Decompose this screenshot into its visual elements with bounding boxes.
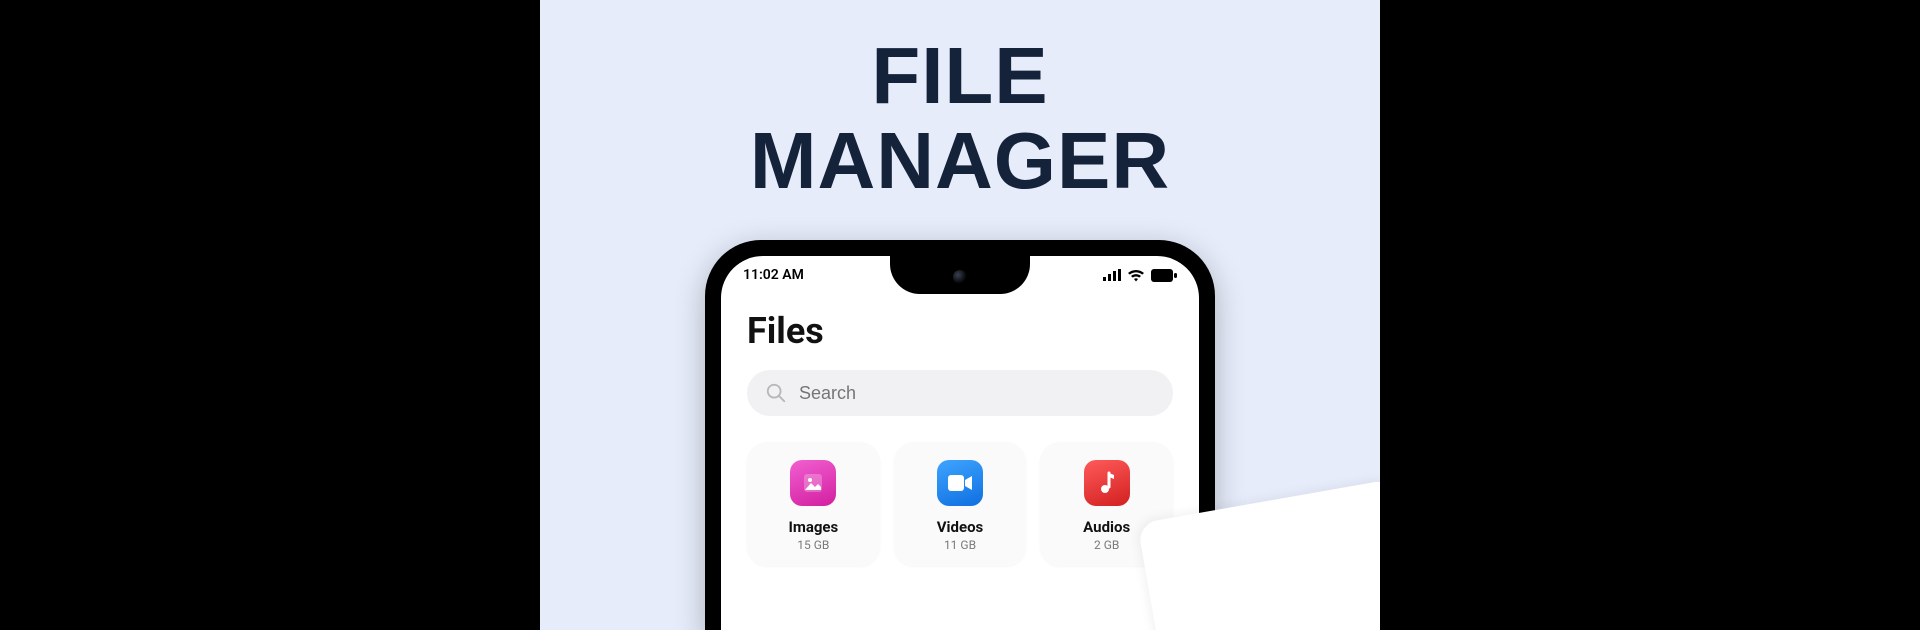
phone-notch [890, 256, 1030, 294]
promo-title-line1: FILE [540, 34, 1380, 119]
category-name: Images [755, 518, 872, 536]
page-title: Files [747, 310, 1173, 352]
battery-icon [1151, 269, 1177, 282]
search-input[interactable] [799, 383, 1155, 404]
wifi-icon [1127, 269, 1145, 282]
left-letterbox [0, 0, 540, 630]
category-images[interactable]: Images 15 GB [747, 442, 880, 566]
app-body: Files Images 15 GB [721, 286, 1199, 566]
right-letterbox [1380, 0, 1920, 630]
phone-mockup: 11:02 AM Files [705, 240, 1215, 630]
audio-icon [1084, 460, 1130, 506]
search-field[interactable] [747, 370, 1173, 416]
category-name: Videos [902, 518, 1019, 536]
status-time: 11:02 AM [743, 267, 804, 283]
category-size: 11 GB [902, 538, 1019, 552]
image-icon [790, 460, 836, 506]
phone-frame: 11:02 AM Files [705, 240, 1215, 630]
promo-title-line2: MANAGER [540, 119, 1380, 204]
video-icon [937, 460, 983, 506]
phone-screen: 11:02 AM Files [721, 256, 1199, 630]
status-indicators [1103, 269, 1177, 282]
search-icon [765, 382, 787, 404]
signal-icon [1103, 269, 1121, 281]
category-row: Images 15 GB Videos 11 GB [747, 442, 1173, 566]
promo-title: FILE MANAGER [540, 0, 1380, 204]
promo-panel: FILE MANAGER 11:02 AM [540, 0, 1380, 630]
category-videos[interactable]: Videos 11 GB [894, 442, 1027, 566]
category-size: 15 GB [755, 538, 872, 552]
